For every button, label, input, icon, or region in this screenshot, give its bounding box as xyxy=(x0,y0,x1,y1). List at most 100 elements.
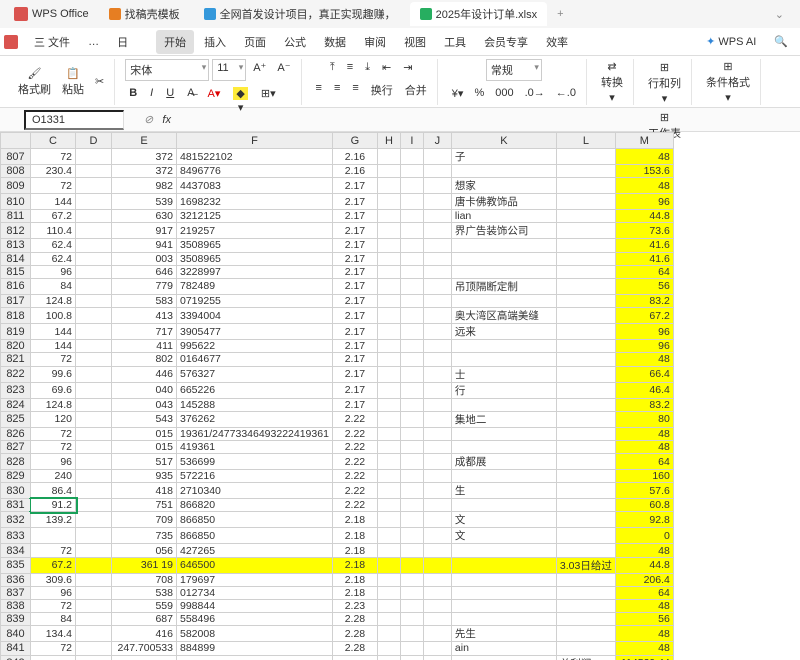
cell[interactable] xyxy=(76,470,112,483)
cell[interactable] xyxy=(400,512,423,528)
cell[interactable] xyxy=(423,178,451,194)
cell[interactable]: 84 xyxy=(31,613,76,626)
cell[interactable]: 003 xyxy=(112,252,177,265)
cell[interactable] xyxy=(377,544,400,557)
cell[interactable] xyxy=(377,411,400,427)
cell[interactable] xyxy=(377,252,400,265)
cell[interactable] xyxy=(31,655,76,660)
align-center-button[interactable]: ≡ xyxy=(330,80,344,100)
row-header[interactable]: 813 xyxy=(1,239,31,252)
cell[interactable] xyxy=(423,252,451,265)
cell[interactable]: 56 xyxy=(615,613,673,626)
cell[interactable] xyxy=(377,642,400,655)
cell[interactable] xyxy=(451,573,556,586)
row-header[interactable]: 835 xyxy=(1,557,31,573)
underline-button[interactable]: U xyxy=(162,85,178,116)
cell[interactable] xyxy=(76,178,112,194)
cell[interactable] xyxy=(377,294,400,307)
more-menu[interactable]: … xyxy=(80,32,107,52)
cell[interactable] xyxy=(76,586,112,599)
cell[interactable]: 48 xyxy=(615,149,673,165)
col-header[interactable] xyxy=(1,133,31,149)
cell[interactable]: 83.2 xyxy=(615,398,673,411)
row-header[interactable]: 818 xyxy=(1,308,31,324)
cell[interactable] xyxy=(423,454,451,470)
cell[interactable] xyxy=(451,470,556,483)
cell[interactable] xyxy=(451,340,556,353)
cell[interactable]: 先生 xyxy=(451,626,556,642)
cell[interactable] xyxy=(400,411,423,427)
font-family-select[interactable]: 宋体 xyxy=(125,59,209,81)
col-header[interactable]: I xyxy=(400,133,423,149)
cell[interactable]: 62.4 xyxy=(31,239,76,252)
cell[interactable] xyxy=(556,440,615,453)
cell[interactable] xyxy=(556,340,615,353)
cell[interactable]: 2.16 xyxy=(332,165,377,178)
cell[interactable] xyxy=(76,440,112,453)
cell[interactable]: 72 xyxy=(31,178,76,194)
cell[interactable]: 124.8 xyxy=(31,398,76,411)
cell[interactable]: 62.4 xyxy=(31,252,76,265)
cell[interactable] xyxy=(400,398,423,411)
cell[interactable]: 士 xyxy=(451,366,556,382)
cell[interactable]: 子 xyxy=(451,149,556,165)
cell[interactable] xyxy=(451,265,556,278)
cell[interactable]: 2.18 xyxy=(332,528,377,544)
align-right-button[interactable]: ≡ xyxy=(348,80,362,100)
cell[interactable]: 160 xyxy=(615,470,673,483)
cell[interactable]: 84 xyxy=(31,278,76,294)
cell[interactable]: 48 xyxy=(615,178,673,194)
cell[interactable] xyxy=(423,600,451,613)
cell[interactable]: 179697 xyxy=(177,573,333,586)
row-header[interactable]: 840 xyxy=(1,626,31,642)
cell[interactable]: 2.17 xyxy=(332,252,377,265)
cell[interactable]: 2.17 xyxy=(332,366,377,382)
cell[interactable]: 想家 xyxy=(451,178,556,194)
cell[interactable] xyxy=(400,194,423,210)
cell[interactable] xyxy=(423,398,451,411)
cell[interactable] xyxy=(76,324,112,340)
cell[interactable]: 2.18 xyxy=(332,557,377,573)
row-header[interactable]: 820 xyxy=(1,340,31,353)
cell[interactable] xyxy=(377,427,400,440)
row-header[interactable]: 838 xyxy=(1,600,31,613)
cell[interactable]: 247.700533 xyxy=(112,642,177,655)
cell[interactable]: 2.22 xyxy=(332,499,377,512)
spreadsheet-grid[interactable]: CDEFGHIJKLM807723724815221022.16子4880823… xyxy=(0,132,800,660)
row-header[interactable]: 836 xyxy=(1,573,31,586)
cell[interactable]: 2.22 xyxy=(332,470,377,483)
align-bot-button[interactable]: ⤓ xyxy=(361,59,374,76)
cell[interactable] xyxy=(423,613,451,626)
cell[interactable] xyxy=(76,398,112,411)
cell[interactable]: 2710340 xyxy=(177,483,333,499)
cell[interactable]: 538 xyxy=(112,586,177,599)
cell[interactable]: 145288 xyxy=(177,398,333,411)
cell[interactable] xyxy=(556,278,615,294)
row-header[interactable]: 819 xyxy=(1,324,31,340)
cell[interactable] xyxy=(451,557,556,573)
cell[interactable] xyxy=(423,642,451,655)
cell[interactable]: 3394004 xyxy=(177,308,333,324)
cell[interactable]: 2.22 xyxy=(332,454,377,470)
cell[interactable]: 446 xyxy=(112,366,177,382)
cell[interactable] xyxy=(423,427,451,440)
cell[interactable] xyxy=(377,440,400,453)
cell[interactable]: 19361/24773346493222419361 xyxy=(177,427,333,440)
cell[interactable]: 100.8 xyxy=(31,308,76,324)
row-header[interactable]: 832 xyxy=(1,512,31,528)
cell[interactable]: 416 xyxy=(112,626,177,642)
row-header[interactable]: 830 xyxy=(1,483,31,499)
cell[interactable] xyxy=(423,626,451,642)
cell[interactable]: 96 xyxy=(31,265,76,278)
cell[interactable] xyxy=(400,252,423,265)
row-header[interactable]: 809 xyxy=(1,178,31,194)
col-header[interactable]: E xyxy=(112,133,177,149)
cell[interactable]: 2.28 xyxy=(332,642,377,655)
cell[interactable] xyxy=(400,265,423,278)
cell[interactable] xyxy=(400,557,423,573)
cell[interactable]: 139.2 xyxy=(31,512,76,528)
cell[interactable] xyxy=(423,557,451,573)
cell[interactable]: 230.4 xyxy=(31,165,76,178)
col-header[interactable]: G xyxy=(332,133,377,149)
ribbon-review[interactable]: 审阅 xyxy=(356,30,394,54)
